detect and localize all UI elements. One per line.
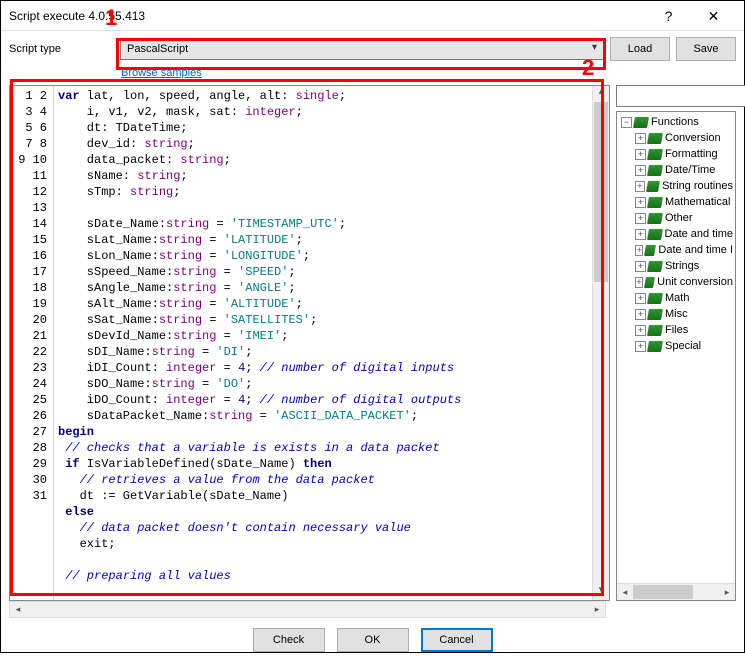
book-icon bbox=[646, 181, 660, 192]
code-editor[interactable]: 1 2 3 4 5 6 7 8 9 10 11 12 13 14 15 16 1… bbox=[9, 85, 610, 601]
collapse-icon[interactable]: − bbox=[621, 117, 632, 128]
tree-label: Unit conversion bbox=[657, 276, 733, 288]
annotation-2: 2 bbox=[582, 55, 594, 81]
tree-item[interactable]: + Misc bbox=[619, 306, 733, 322]
tree-label: Other bbox=[665, 212, 693, 224]
tree-label: Misc bbox=[665, 308, 688, 320]
expand-icon[interactable]: + bbox=[635, 293, 646, 304]
scroll-up-icon[interactable]: ▴ bbox=[593, 86, 609, 102]
expand-icon[interactable]: + bbox=[635, 149, 646, 160]
book-icon bbox=[647, 197, 663, 208]
book-icon bbox=[633, 117, 649, 128]
book-icon bbox=[647, 149, 663, 160]
book-icon bbox=[647, 309, 663, 320]
tree-item[interactable]: + Unit conversion bbox=[619, 274, 733, 290]
scroll-left-icon[interactable]: ◂ bbox=[10, 602, 26, 617]
tree-scroll-thumb[interactable] bbox=[633, 585, 693, 599]
expand-icon[interactable]: + bbox=[635, 181, 645, 192]
tree-label: Special bbox=[665, 340, 701, 352]
scroll-right-icon[interactable]: ▸ bbox=[719, 584, 735, 600]
book-icon bbox=[647, 213, 663, 224]
book-icon bbox=[647, 341, 663, 352]
tree-item[interactable]: + Date/Time bbox=[619, 162, 733, 178]
search-input[interactable] bbox=[616, 85, 745, 107]
expand-icon[interactable]: + bbox=[635, 341, 646, 352]
book-icon bbox=[647, 261, 663, 272]
line-gutter: 1 2 3 4 5 6 7 8 9 10 11 12 13 14 15 16 1… bbox=[10, 86, 54, 600]
expand-icon[interactable]: + bbox=[635, 197, 646, 208]
tree-label: Formatting bbox=[665, 148, 718, 160]
tree-label: Mathematical bbox=[665, 196, 730, 208]
tree-item[interactable]: + Math bbox=[619, 290, 733, 306]
cancel-button[interactable]: Cancel bbox=[421, 628, 493, 652]
expand-icon[interactable]: + bbox=[635, 277, 643, 288]
editor-vscroll[interactable]: ▴ ▾ bbox=[592, 86, 609, 600]
functions-tree[interactable]: − Functions + Conversion + Formatting + Date/Ti… bbox=[616, 111, 736, 601]
tree-item[interactable]: + Date and time bbox=[619, 226, 733, 242]
expand-icon[interactable]: + bbox=[635, 213, 646, 224]
script-type-value: PascalScript bbox=[127, 43, 188, 55]
tree-item[interactable]: + Formatting bbox=[619, 146, 733, 162]
tree-label: String routines bbox=[662, 180, 733, 192]
book-icon bbox=[647, 133, 663, 144]
book-icon bbox=[647, 293, 663, 304]
save-button[interactable]: Save bbox=[676, 37, 736, 61]
help-button[interactable]: ? bbox=[646, 2, 691, 30]
tree-label: Conversion bbox=[665, 132, 721, 144]
expand-icon[interactable]: + bbox=[635, 309, 646, 320]
expand-icon[interactable]: + bbox=[635, 165, 646, 176]
tree-root[interactable]: − Functions bbox=[619, 114, 733, 130]
tree-item[interactable]: + Strings bbox=[619, 258, 733, 274]
scroll-thumb[interactable] bbox=[594, 102, 608, 282]
tree-item[interactable]: + String routines bbox=[619, 178, 733, 194]
script-type-combo[interactable]: PascalScript ▾ bbox=[120, 38, 604, 60]
ok-button[interactable]: OK bbox=[337, 628, 409, 652]
tree-item[interactable]: + Date and time I bbox=[619, 242, 733, 258]
tree-label: Strings bbox=[665, 260, 699, 272]
tree-label: Date/Time bbox=[665, 164, 715, 176]
tree-item[interactable]: + Other bbox=[619, 210, 733, 226]
expand-icon[interactable]: + bbox=[635, 229, 646, 240]
book-icon bbox=[644, 245, 656, 256]
expand-icon[interactable]: + bbox=[635, 261, 646, 272]
tree-item[interactable]: + Mathematical bbox=[619, 194, 733, 210]
tree-item[interactable]: + Conversion bbox=[619, 130, 733, 146]
expand-icon[interactable]: + bbox=[635, 133, 646, 144]
close-button[interactable]: ✕ bbox=[691, 2, 736, 30]
book-icon bbox=[647, 229, 663, 240]
tree-item[interactable]: + Special bbox=[619, 338, 733, 354]
book-icon bbox=[647, 325, 663, 336]
tree-hscroll[interactable]: ◂ ▸ bbox=[617, 583, 735, 600]
book-icon bbox=[647, 165, 663, 176]
scroll-down-icon[interactable]: ▾ bbox=[593, 584, 609, 600]
expand-icon[interactable]: + bbox=[635, 245, 643, 256]
editor-hscroll[interactable]: ◂ ▸ bbox=[9, 601, 606, 618]
tree-label: Files bbox=[665, 324, 688, 336]
annotation-1: 1 bbox=[105, 5, 117, 31]
tree-item[interactable]: + Files bbox=[619, 322, 733, 338]
tree-label: Math bbox=[665, 292, 689, 304]
tree-label: Date and time I bbox=[658, 244, 733, 256]
browse-samples-link[interactable]: Browse samples bbox=[121, 67, 202, 79]
load-button[interactable]: Load bbox=[610, 37, 670, 61]
code-content[interactable]: var lat, lon, speed, angle, alt: single;… bbox=[54, 86, 592, 600]
expand-icon[interactable]: + bbox=[635, 325, 646, 336]
chevron-down-icon: ▾ bbox=[592, 42, 597, 53]
script-type-label: Script type bbox=[9, 43, 114, 55]
scroll-right-icon[interactable]: ▸ bbox=[589, 602, 605, 617]
tree-label: Date and time bbox=[665, 228, 733, 240]
book-icon bbox=[644, 277, 655, 288]
scroll-left-icon[interactable]: ◂ bbox=[617, 584, 633, 600]
tree-label: Functions bbox=[651, 116, 699, 128]
check-button[interactable]: Check bbox=[253, 628, 325, 652]
